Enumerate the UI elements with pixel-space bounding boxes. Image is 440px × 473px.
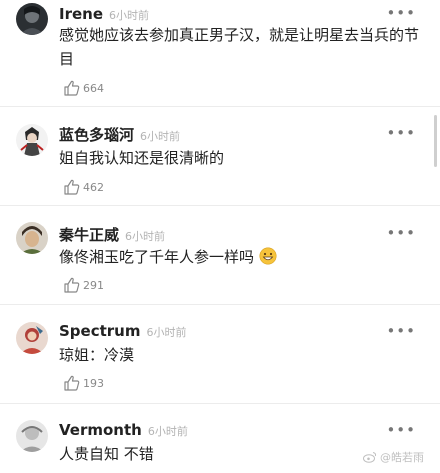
username-text[interactable]: Vermonth [59,421,142,439]
more-options-button[interactable]: ••• [386,226,416,241]
avatar[interactable] [16,222,48,254]
thumbs-up-icon [64,277,80,293]
like-button[interactable]: 193 [63,374,104,392]
username[interactable]: Vermonth 6小时前 [59,421,188,439]
avatar-sketch-icon [16,420,48,452]
like-button[interactable]: 664 [63,79,104,97]
comment-item: Spectrum 6小时前 ••• 琼姐：冷漠 193 [0,305,440,402]
avatar-portrait-icon [16,222,48,254]
avatar[interactable] [16,3,48,35]
comment-text: 琼姐：冷漠 [59,346,135,364]
like-count: 462 [83,180,104,194]
comment-text: 像佟湘玉吃了千年人参一样吗 [59,245,420,269]
more-options-button[interactable]: ••• [386,423,416,438]
username[interactable]: 蓝色多瑙河 6小时前 [59,124,180,145]
weibo-logo-icon [363,452,377,463]
like-count: 664 [83,81,104,95]
username[interactable]: 秦牛正威 6小时前 [59,224,165,245]
username[interactable]: Spectrum 6小时前 [59,322,186,340]
timestamp: 6小时前 [140,130,181,143]
thumbs-up-icon [64,375,80,391]
timestamp: 6小时前 [109,9,150,22]
like-count: 193 [83,376,104,390]
avatar-dark-portrait-icon [16,3,48,35]
comment-text-content: 像佟湘玉吃了千年人参一样吗 [59,248,255,266]
watermark: @皓若雨 [363,449,424,465]
more-options-button[interactable]: ••• [386,324,416,339]
username-text[interactable]: 秦牛正威 [59,226,119,244]
timestamp: 6小时前 [125,230,166,243]
comment-text: 姐自我认知还是很清晰的 [59,149,225,167]
more-options-button[interactable]: ••• [386,126,416,141]
avatar-anime-figure-icon [16,124,48,156]
avatar[interactable] [16,124,48,156]
comment-text: 感觉她应该去参加真正男子汉，就是让明星去当兵的节目 [59,26,420,68]
timestamp: 6小时前 [146,326,187,339]
like-count: 291 [83,278,104,292]
username-text[interactable]: 蓝色多瑙河 [59,126,134,144]
scrollbar[interactable] [434,115,437,167]
like-button[interactable]: 291 [63,276,104,294]
username-text[interactable]: Spectrum [59,322,140,340]
timestamp: 6小时前 [147,425,188,438]
username-text[interactable]: Irene [59,5,103,23]
comment-item: 秦牛正威 6小时前 ••• 像佟湘玉吃了千年人参一样吗 291 [0,206,440,304]
comment-item: Irene 6小时前 ••• 感觉她应该去参加真正男子汉，就是让明星去当兵的节目 … [0,0,440,106]
comment-item: 蓝色多瑙河 6小时前 ••• 姐自我认知还是很清晰的 462 [0,107,440,205]
avatar[interactable] [16,322,48,354]
thumbs-up-icon [64,179,80,195]
more-options-button[interactable]: ••• [386,6,416,21]
avatar[interactable] [16,420,48,452]
grinning-emoji-icon [259,247,277,265]
username[interactable]: Irene 6小时前 [59,5,149,23]
thumbs-up-icon [64,80,80,96]
watermark-text: @皓若雨 [380,451,424,464]
like-button[interactable]: 462 [63,178,104,196]
avatar-colorful-icon [16,322,48,354]
